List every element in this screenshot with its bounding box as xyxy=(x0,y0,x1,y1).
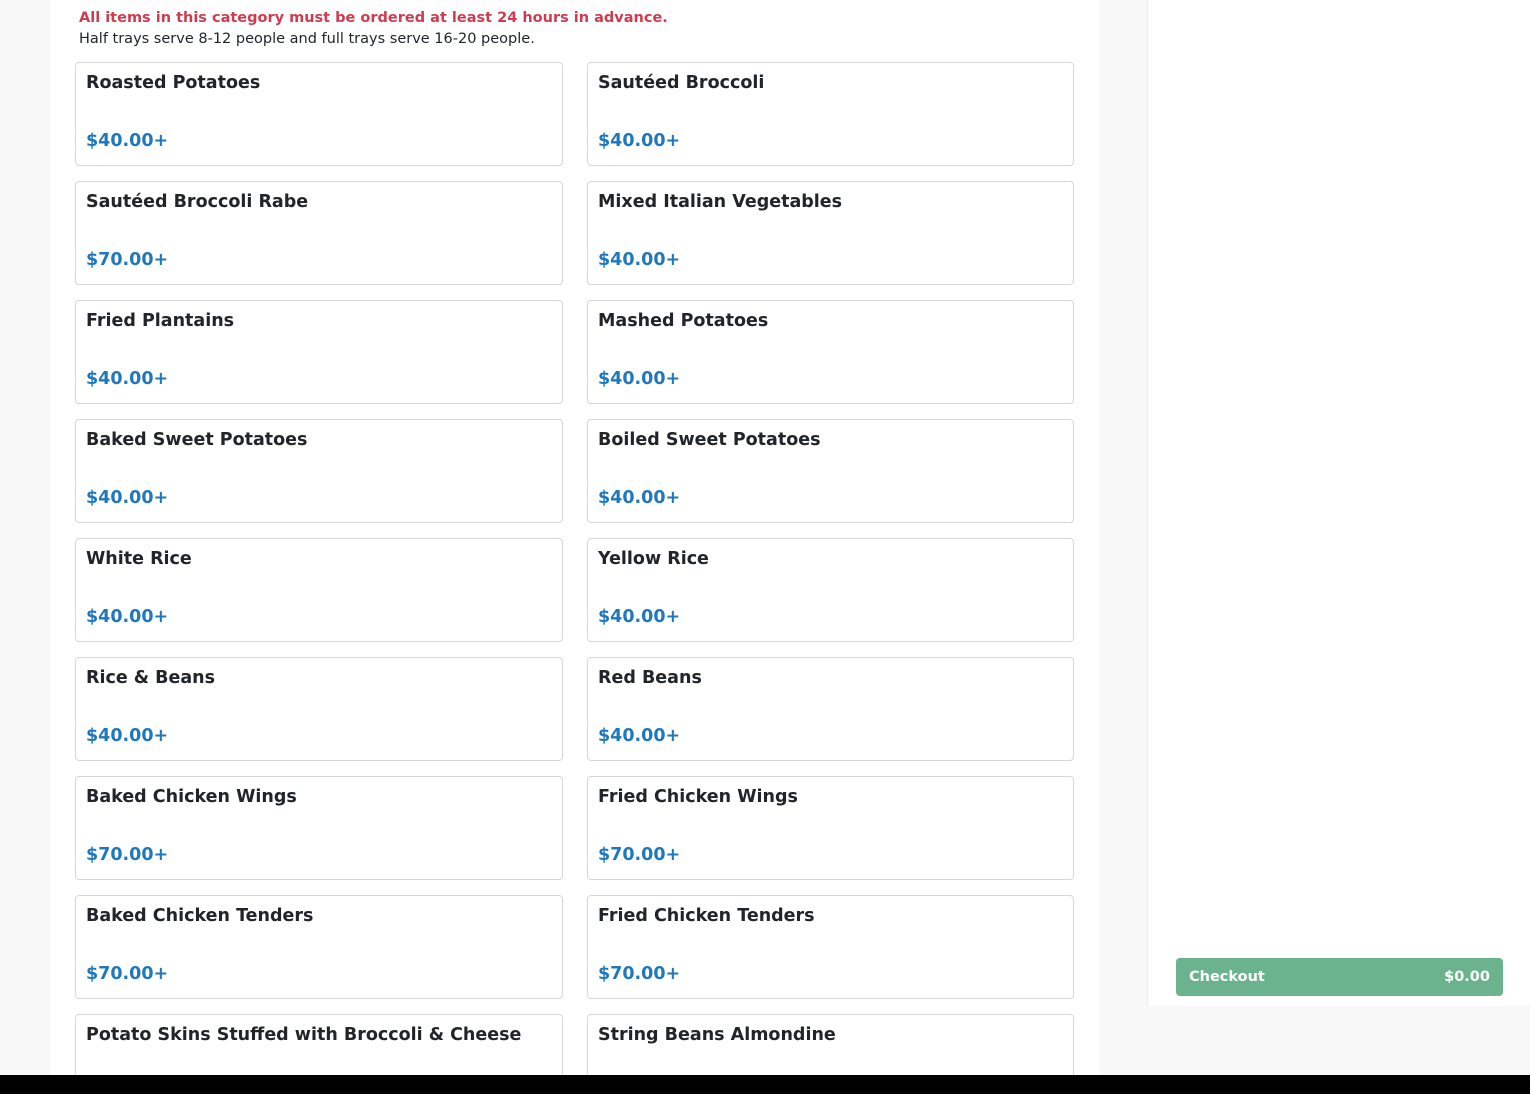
page: All items in this category must be order… xyxy=(0,0,1530,1094)
menu-item-price: $40.00+ xyxy=(86,607,169,627)
menu-item-name: Rice & Beans xyxy=(86,668,216,688)
menu-item-card[interactable]: Roasted Potatoes $40.00+ xyxy=(75,62,563,166)
menu-item-name: Boiled Sweet Potatoes xyxy=(598,430,821,450)
menu-item-price: $40.00+ xyxy=(86,488,169,508)
menu-item-card[interactable]: Fried Plantains $40.00+ xyxy=(75,300,563,404)
menu-item-name: Mixed Italian Vegetables xyxy=(598,192,843,212)
menu-item-name: White Rice xyxy=(86,549,192,569)
menu-item-name: Fried Chicken Wings xyxy=(598,787,798,807)
menu-item-price: $40.00+ xyxy=(598,607,681,627)
menu-item-card[interactable]: Yellow Rice $40.00+ xyxy=(587,538,1074,642)
advance-order-notice: All items in this category must be order… xyxy=(79,10,668,26)
checkout-label: Checkout xyxy=(1189,969,1265,985)
bottom-bar xyxy=(0,1075,1530,1094)
menu-item-card[interactable]: Rice & Beans $40.00+ xyxy=(75,657,563,761)
menu-item-name: Yellow Rice xyxy=(598,549,709,569)
menu-item-price: $40.00+ xyxy=(598,369,681,389)
menu-item-card[interactable]: Baked Sweet Potatoes $40.00+ xyxy=(75,419,563,523)
menu-item-card[interactable]: Baked Chicken Wings $70.00+ xyxy=(75,776,563,880)
menu-panel: All items in this category must be order… xyxy=(50,0,1099,1075)
menu-item-name: Fried Chicken Tenders xyxy=(598,906,815,926)
menu-item-card[interactable]: White Rice $40.00+ xyxy=(75,538,563,642)
menu-item-name: Red Beans xyxy=(598,668,702,688)
menu-item-name: Sautéed Broccoli xyxy=(598,73,765,93)
menu-item-price: $40.00+ xyxy=(598,488,681,508)
cart-total: $0.00 xyxy=(1444,969,1490,985)
menu-item-card[interactable]: String Beans Almondine xyxy=(587,1014,1074,1075)
menu-item-card[interactable]: Fried Chicken Tenders $70.00+ xyxy=(587,895,1074,999)
menu-item-price: $40.00+ xyxy=(598,250,681,270)
menu-item-price: $70.00+ xyxy=(598,964,681,984)
menu-item-name: Potato Skins Stuffed with Broccoli & Che… xyxy=(86,1025,522,1045)
menu-item-price: $70.00+ xyxy=(86,964,169,984)
menu-item-price: $40.00+ xyxy=(598,726,681,746)
menu-item-price: $40.00+ xyxy=(86,726,169,746)
menu-item-price: $70.00+ xyxy=(86,845,169,865)
menu-item-name: Mashed Potatoes xyxy=(598,311,769,331)
menu-item-name: Fried Plantains xyxy=(86,311,235,331)
menu-item-name: String Beans Almondine xyxy=(598,1025,836,1045)
menu-item-price: $40.00+ xyxy=(86,131,169,151)
menu-item-price: $40.00+ xyxy=(598,131,681,151)
menu-item-card[interactable]: Mixed Italian Vegetables $40.00+ xyxy=(587,181,1074,285)
menu-item-card[interactable]: Mashed Potatoes $40.00+ xyxy=(587,300,1074,404)
checkout-button[interactable]: Checkout $0.00 xyxy=(1176,958,1503,996)
menu-item-name: Baked Chicken Wings xyxy=(86,787,297,807)
menu-item-card[interactable]: Red Beans $40.00+ xyxy=(587,657,1074,761)
menu-item-grid: Roasted Potatoes $40.00+ Sautéed Broccoli $… xyxy=(75,62,1074,1075)
menu-item-price: $70.00+ xyxy=(86,250,169,270)
menu-item-name: Sautéed Broccoli Rabe xyxy=(86,192,309,212)
menu-item-card[interactable]: Sautéed Broccoli $40.00+ xyxy=(587,62,1074,166)
menu-item-card[interactable]: Fried Chicken Wings $70.00+ xyxy=(587,776,1074,880)
menu-item-card[interactable]: Boiled Sweet Potatoes $40.00+ xyxy=(587,419,1074,523)
serving-info: Half trays serve 8-12 people and full tr… xyxy=(79,31,535,47)
menu-item-name: Baked Sweet Potatoes xyxy=(86,430,308,450)
menu-item-name: Baked Chicken Tenders xyxy=(86,906,314,926)
menu-item-card[interactable]: Potato Skins Stuffed with Broccoli & Che… xyxy=(75,1014,563,1075)
menu-item-price: $70.00+ xyxy=(598,845,681,865)
cart-panel: Checkout $0.00 xyxy=(1147,0,1530,1006)
menu-item-card[interactable]: Baked Chicken Tenders $70.00+ xyxy=(75,895,563,999)
menu-item-price: $40.00+ xyxy=(86,369,169,389)
menu-item-name: Roasted Potatoes xyxy=(86,73,261,93)
menu-item-card[interactable]: Sautéed Broccoli Rabe $70.00+ xyxy=(75,181,563,285)
